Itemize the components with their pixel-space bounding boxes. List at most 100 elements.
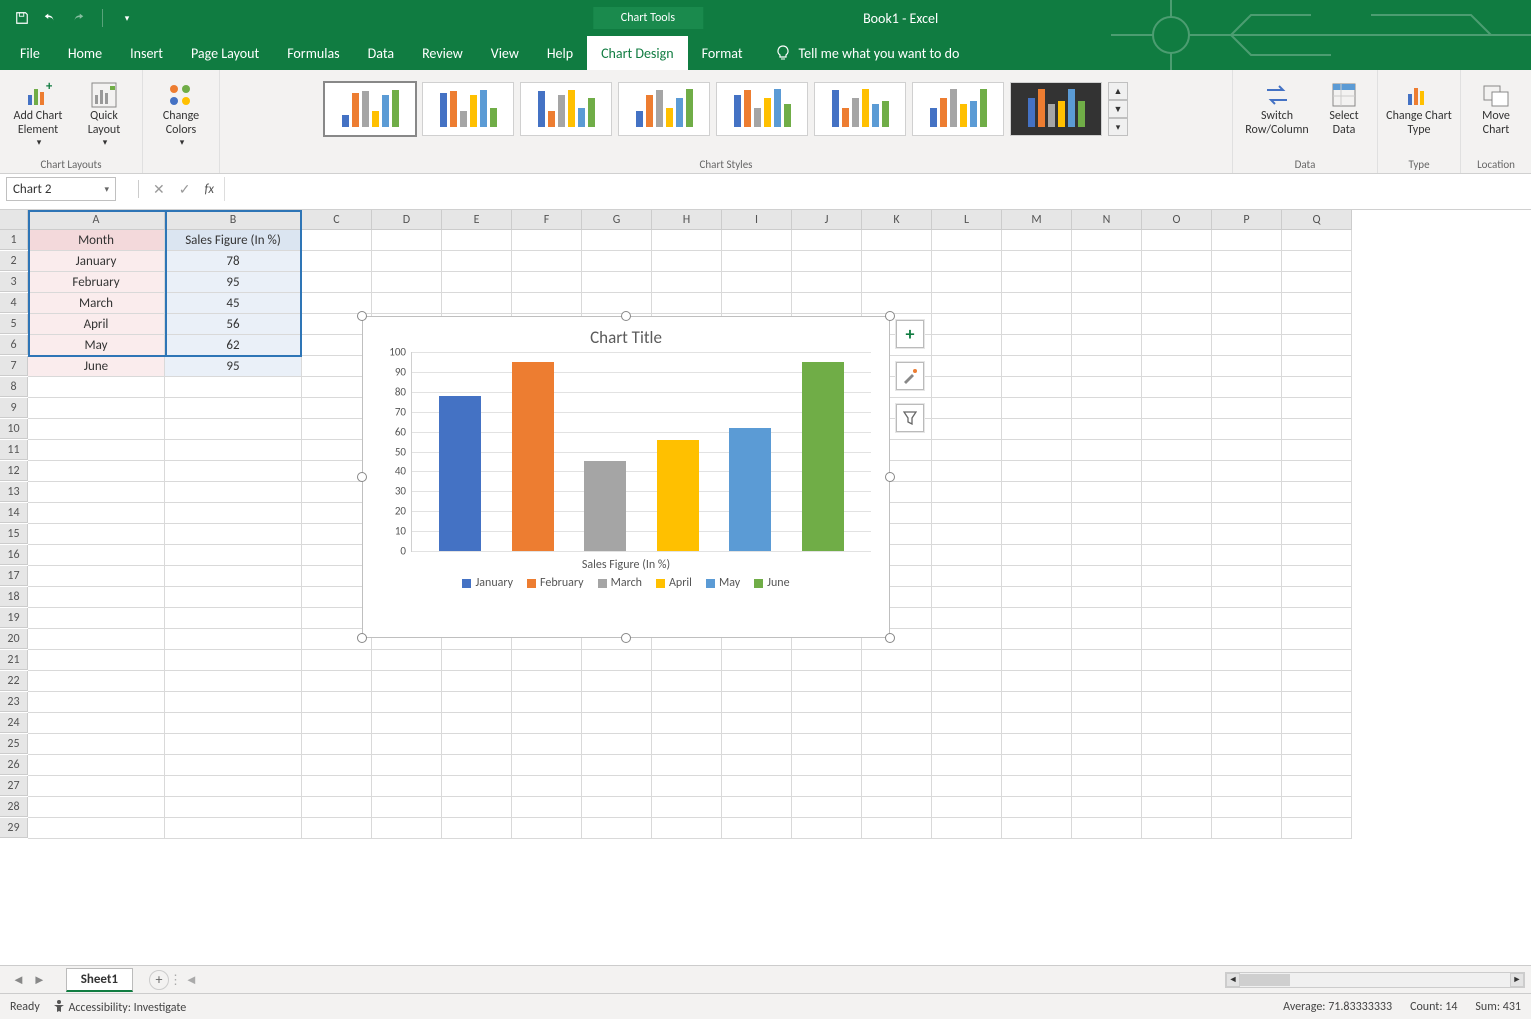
cell-L5[interactable] [932, 314, 1002, 335]
cell-O28[interactable] [1142, 797, 1212, 818]
column-header-N[interactable]: N [1072, 210, 1142, 230]
legend-item-april[interactable]: April [656, 576, 692, 590]
cell-K21[interactable] [862, 650, 932, 671]
cell-B9[interactable] [165, 398, 302, 419]
cell-B13[interactable] [165, 482, 302, 503]
cell-J29[interactable] [792, 818, 862, 839]
cell-H21[interactable] [652, 650, 722, 671]
column-header-L[interactable]: L [932, 210, 1002, 230]
cell-L17[interactable] [932, 566, 1002, 587]
cell-I1[interactable] [722, 230, 792, 251]
cell-B25[interactable] [165, 734, 302, 755]
row-header-27[interactable]: 27 [0, 776, 28, 796]
chart-axis-title[interactable]: Sales Figure (In %) [363, 552, 889, 576]
chart-filters-button[interactable] [896, 404, 924, 432]
cell-P4[interactable] [1212, 293, 1282, 314]
cell-L14[interactable] [932, 503, 1002, 524]
cell-N15[interactable] [1072, 524, 1142, 545]
row-header-24[interactable]: 24 [0, 713, 28, 733]
cell-L3[interactable] [932, 272, 1002, 293]
cell-L7[interactable] [932, 356, 1002, 377]
cell-H24[interactable] [652, 713, 722, 734]
cell-A28[interactable] [28, 797, 165, 818]
cell-L6[interactable] [932, 335, 1002, 356]
cell-C23[interactable] [302, 692, 372, 713]
row-header-13[interactable]: 13 [0, 482, 28, 502]
cell-G27[interactable] [582, 776, 652, 797]
cell-O9[interactable] [1142, 398, 1212, 419]
cell-D1[interactable] [372, 230, 442, 251]
cell-C25[interactable] [302, 734, 372, 755]
column-header-P[interactable]: P [1212, 210, 1282, 230]
cell-J4[interactable] [792, 293, 862, 314]
cell-A10[interactable] [28, 419, 165, 440]
cell-Q23[interactable] [1282, 692, 1352, 713]
chart-style-thumb-2[interactable] [422, 82, 514, 136]
cell-B22[interactable] [165, 671, 302, 692]
cell-G2[interactable] [582, 251, 652, 272]
cell-Q14[interactable] [1282, 503, 1352, 524]
sheet-nav-prev-icon[interactable]: ◄ [12, 972, 25, 988]
worksheet-grid[interactable]: ABCDEFGHIJKLMNOPQ1MonthSales Figure (In … [0, 210, 1531, 965]
cell-E22[interactable] [442, 671, 512, 692]
cell-M2[interactable] [1002, 251, 1072, 272]
cell-N16[interactable] [1072, 545, 1142, 566]
cell-J22[interactable] [792, 671, 862, 692]
name-box[interactable]: Chart 2▾ [6, 177, 116, 201]
cell-L27[interactable] [932, 776, 1002, 797]
cell-Q10[interactable] [1282, 419, 1352, 440]
cell-B18[interactable] [165, 587, 302, 608]
cell-M17[interactable] [1002, 566, 1072, 587]
cell-F23[interactable] [512, 692, 582, 713]
column-header-I[interactable]: I [722, 210, 792, 230]
cell-F28[interactable] [512, 797, 582, 818]
cell-A14[interactable] [28, 503, 165, 524]
cell-D23[interactable] [372, 692, 442, 713]
row-header-1[interactable]: 1 [0, 230, 28, 250]
cell-K29[interactable] [862, 818, 932, 839]
cell-P25[interactable] [1212, 734, 1282, 755]
cell-O6[interactable] [1142, 335, 1212, 356]
cell-M14[interactable] [1002, 503, 1072, 524]
save-icon[interactable] [14, 10, 30, 26]
chart-style-thumb-4[interactable] [618, 82, 710, 136]
cell-I3[interactable] [722, 272, 792, 293]
cell-M19[interactable] [1002, 608, 1072, 629]
cell-E25[interactable] [442, 734, 512, 755]
row-header-11[interactable]: 11 [0, 440, 28, 460]
column-header-M[interactable]: M [1002, 210, 1072, 230]
cell-N4[interactable] [1072, 293, 1142, 314]
tab-help[interactable]: Help [533, 36, 587, 70]
cell-K1[interactable] [862, 230, 932, 251]
cell-J21[interactable] [792, 650, 862, 671]
cell-A11[interactable] [28, 440, 165, 461]
cell-J25[interactable] [792, 734, 862, 755]
cell-M20[interactable] [1002, 629, 1072, 650]
cell-P3[interactable] [1212, 272, 1282, 293]
cell-I23[interactable] [722, 692, 792, 713]
cell-Q28[interactable] [1282, 797, 1352, 818]
cell-B7[interactable]: 95 [165, 356, 302, 377]
cell-O22[interactable] [1142, 671, 1212, 692]
cell-N25[interactable] [1072, 734, 1142, 755]
chart-bar-january[interactable] [439, 396, 481, 551]
cell-N23[interactable] [1072, 692, 1142, 713]
cell-D2[interactable] [372, 251, 442, 272]
cell-Q25[interactable] [1282, 734, 1352, 755]
cell-O17[interactable] [1142, 566, 1212, 587]
cell-G21[interactable] [582, 650, 652, 671]
cell-N14[interactable] [1072, 503, 1142, 524]
tab-view[interactable]: View [477, 36, 533, 70]
cell-I26[interactable] [722, 755, 792, 776]
cell-P10[interactable] [1212, 419, 1282, 440]
cell-G29[interactable] [582, 818, 652, 839]
row-header-28[interactable]: 28 [0, 797, 28, 817]
column-header-J[interactable]: J [792, 210, 862, 230]
cell-I28[interactable] [722, 797, 792, 818]
cell-J24[interactable] [792, 713, 862, 734]
cell-B3[interactable]: 95 [165, 272, 302, 293]
column-header-O[interactable]: O [1142, 210, 1212, 230]
cell-Q13[interactable] [1282, 482, 1352, 503]
cell-Q9[interactable] [1282, 398, 1352, 419]
cell-F24[interactable] [512, 713, 582, 734]
